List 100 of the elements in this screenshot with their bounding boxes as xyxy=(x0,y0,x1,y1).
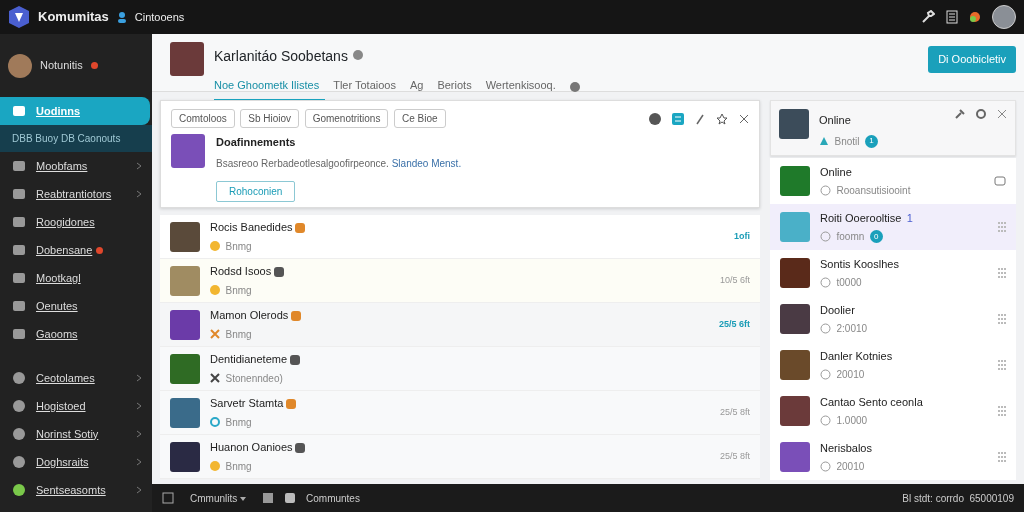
contact-name: Nerisbalos xyxy=(820,440,872,456)
tag-icon xyxy=(295,222,306,233)
status-text: Bl stdt: corrdo xyxy=(902,491,964,506)
tab[interactable]: Ag xyxy=(409,72,430,101)
filter-chip[interactable]: Comtoloos xyxy=(171,109,235,128)
photo-placeholder xyxy=(779,109,809,139)
sidebar-item[interactable]: Doghsraits xyxy=(0,448,152,476)
contact-row[interactable]: Danler Kotnies 20010 xyxy=(770,342,1016,388)
photo-placeholder xyxy=(170,42,204,76)
window-icon[interactable] xyxy=(162,492,174,504)
wrench-icon[interactable] xyxy=(921,10,935,24)
drag-handle-icon[interactable] xyxy=(998,222,1006,232)
status-icon xyxy=(820,323,831,335)
taskbar-label[interactable]: Communtes xyxy=(306,490,360,506)
contact-row[interactable]: Doolier 2:0010 xyxy=(770,296,1016,342)
grid-icon[interactable] xyxy=(946,10,958,24)
filter-chip[interactable]: Gomenotritions xyxy=(304,109,389,128)
count-badge: 0 xyxy=(869,230,883,244)
contact-name: Sontis Kooslhes xyxy=(820,256,899,272)
emoji-icon xyxy=(210,241,220,252)
drag-handle-icon[interactable] xyxy=(998,268,1006,278)
color-wheel-icon[interactable] xyxy=(969,11,981,23)
contact-row[interactable]: Online Rooansutisiooint xyxy=(770,158,1016,204)
feed-subtitle: Bnmg xyxy=(225,415,252,430)
sidebar-subitem[interactable]: DBB Buoy DB Caonouts xyxy=(0,125,152,152)
tab[interactable]: Tler Totaioos xyxy=(333,72,402,101)
photo-placeholder xyxy=(780,396,810,426)
help-icon[interactable] xyxy=(649,112,661,125)
close-icon[interactable] xyxy=(739,113,749,124)
sidebar-item[interactable]: Gaooms xyxy=(0,320,152,348)
feed-row[interactable]: Rodsd Isoos Bnmg 10/5 6ft xyxy=(160,259,760,303)
sidebar-item[interactable]: Dobensane xyxy=(0,236,152,264)
avatar[interactable] xyxy=(992,5,1016,29)
sidebar-item[interactable]: Norinst Sotiy xyxy=(0,420,152,448)
feed-title: Mamon Olerods xyxy=(210,308,289,324)
sidebar-item[interactable]: Reabtrantiotors xyxy=(0,180,152,208)
menu-item-icon xyxy=(12,327,26,341)
feed-subtitle: Bnmg xyxy=(225,327,252,342)
list-icon[interactable] xyxy=(672,112,684,125)
doc-icon[interactable] xyxy=(284,492,296,504)
cross-icon xyxy=(210,329,220,340)
ring-icon xyxy=(210,417,220,428)
chat-icon[interactable] xyxy=(994,176,1006,186)
status-icon xyxy=(820,277,831,289)
close-icon[interactable] xyxy=(997,109,1007,119)
filter-chip[interactable]: Ce Bioe xyxy=(393,109,446,128)
contact-row[interactable]: Nerisbalos 20010 xyxy=(770,434,1016,480)
notice-link[interactable]: Slandeo Menst. xyxy=(391,157,462,169)
drag-handle-icon[interactable] xyxy=(998,314,1006,324)
sidebar-item[interactable]: Mootkagl xyxy=(0,264,152,292)
sidebar-item[interactable]: Hogistoed xyxy=(0,392,152,420)
contact-name: Online xyxy=(820,164,852,180)
group-icon xyxy=(12,427,26,441)
sidebar-item[interactable]: Moobfams xyxy=(0,152,152,180)
filter-chip[interactable]: Sb Hioiov xyxy=(240,109,300,128)
logo-icon xyxy=(8,5,30,29)
brand-name: Komumitas xyxy=(38,8,109,27)
feed-row[interactable]: Sarvetr Stamta Bnmg 25/5 8ft xyxy=(160,391,760,435)
drag-handle-icon[interactable] xyxy=(998,360,1006,370)
tag-icon xyxy=(273,266,284,277)
notice-title: Doafinnements xyxy=(216,134,297,150)
panel-name: Online xyxy=(819,112,852,128)
tab[interactable]: Beriots xyxy=(437,72,478,101)
sidebar-item[interactable]: Ceotolames xyxy=(0,364,152,392)
photo-placeholder xyxy=(171,133,205,168)
photo-placeholder xyxy=(780,442,810,472)
drag-handle-icon[interactable] xyxy=(998,406,1006,416)
contact-name: Doolier xyxy=(820,302,855,318)
feed-row[interactable]: Huanon Oanioes Bnmg 25/5 8ft xyxy=(160,435,760,479)
tag-icon xyxy=(289,354,300,365)
leaf-icon xyxy=(819,136,829,147)
contact-status: 2:0010 xyxy=(836,322,868,337)
group-icon xyxy=(12,399,26,413)
photo-placeholder xyxy=(170,353,200,384)
status-icon xyxy=(820,415,831,427)
contact-name: Roiti Ooerooltise xyxy=(820,210,902,226)
sidebar-item[interactable]: Oenutes xyxy=(0,292,152,320)
tab[interactable]: Wertenkisooq. xyxy=(485,72,562,101)
contact-row[interactable]: Roiti Ooerooltise 1 foomn 0 xyxy=(770,204,1016,250)
photo-placeholder xyxy=(780,166,810,196)
tag-icon xyxy=(291,310,301,321)
feed-row[interactable]: Mamon Olerods Bnmg 25/5 6ft xyxy=(160,303,760,347)
sidebar-item[interactable]: Sentseasomts xyxy=(0,476,152,504)
contact-status: t0000 xyxy=(836,276,862,291)
sidebar-item[interactable]: Roogidones xyxy=(0,208,152,236)
emoji-icon xyxy=(210,461,220,472)
feed-row[interactable]: Dentidianeteme Stonenndeo) xyxy=(160,347,760,391)
feed-subtitle: Bnmg xyxy=(225,283,252,298)
menu-button[interactable]: Cmmunlits xyxy=(184,489,252,507)
contact-name: Cantao Sento ceonla xyxy=(820,394,923,410)
drag-handle-icon[interactable] xyxy=(998,452,1006,462)
contact-row[interactable]: Sontis Kooslhes t0000 xyxy=(770,250,1016,296)
feed-title: Sarvetr Stamta xyxy=(210,396,284,412)
timestamp: 25/5 8ft xyxy=(719,405,750,419)
status-icon xyxy=(820,461,831,473)
user-name: Notunitis xyxy=(40,58,83,74)
feed-subtitle: Bnmg xyxy=(225,459,252,474)
menu-item-icon xyxy=(12,159,26,173)
image-icon[interactable] xyxy=(262,492,274,504)
contact-row[interactable]: Cantao Sento ceonla 1.0000 xyxy=(770,388,1016,434)
